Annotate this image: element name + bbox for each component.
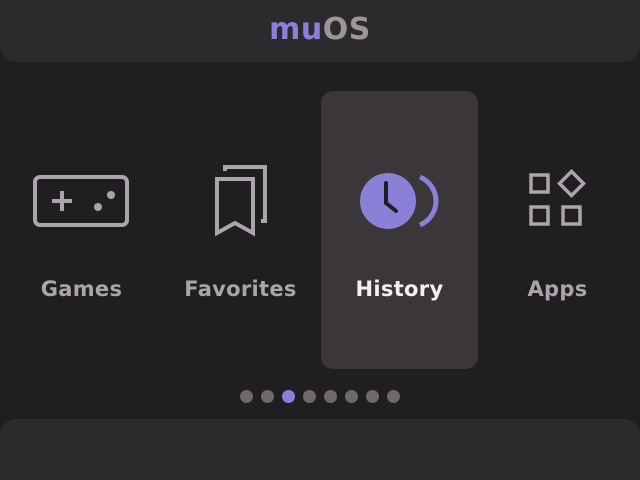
page-dot bbox=[261, 390, 274, 403]
menu-item-label: Games bbox=[40, 277, 123, 301]
screen: muOS Games Favorites History Apps bbox=[0, 0, 640, 480]
menu-item-history[interactable]: History bbox=[321, 91, 478, 369]
page-dot bbox=[240, 390, 253, 403]
menu-item-label: History bbox=[355, 277, 444, 301]
menu-item-apps[interactable]: Apps bbox=[479, 91, 636, 369]
gamepad-icon bbox=[3, 161, 160, 241]
page-dot bbox=[387, 390, 400, 403]
menu-item-favorites[interactable]: Favorites bbox=[162, 91, 319, 369]
footer-bar bbox=[0, 419, 640, 480]
page-dot bbox=[345, 390, 358, 403]
menu-item-label: Favorites bbox=[184, 277, 297, 301]
bookmarks-icon bbox=[162, 161, 319, 241]
page-dot bbox=[324, 390, 337, 403]
menu-item-games[interactable]: Games bbox=[3, 91, 160, 369]
page-dot bbox=[366, 390, 379, 403]
page-indicator bbox=[0, 390, 640, 403]
main-menu: Games Favorites History Apps bbox=[0, 0, 640, 480]
page-dot bbox=[303, 390, 316, 403]
clock-history-icon bbox=[321, 161, 478, 241]
apps-icon bbox=[479, 161, 636, 241]
menu-item-label: Apps bbox=[527, 277, 588, 301]
page-dot-active bbox=[282, 390, 295, 403]
